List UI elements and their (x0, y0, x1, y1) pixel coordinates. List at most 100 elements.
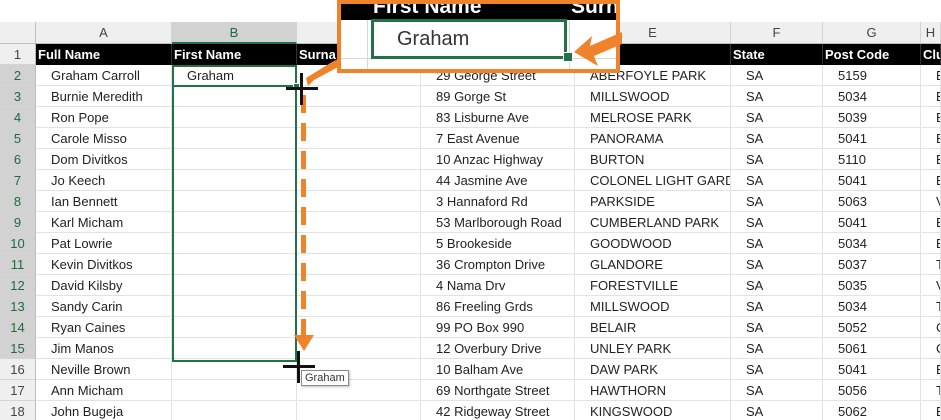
cell-post-code[interactable]: 5159 (823, 65, 921, 86)
cell-full-name[interactable]: Dom Divitkos (36, 149, 172, 170)
row-header[interactable]: 10 (0, 233, 36, 254)
cell-post-code[interactable]: 5063 (823, 191, 921, 212)
cell-address[interactable]: 53 Marlborough Road (421, 212, 575, 233)
cell-full-name[interactable]: Pat Lowrie (36, 233, 172, 254)
cell-state[interactable]: SA (731, 296, 823, 317)
row-header[interactable]: 1 (0, 44, 36, 65)
cell-suburb[interactable]: PARKSIDE (575, 191, 731, 212)
cell-state[interactable]: SA (731, 275, 823, 296)
row-header[interactable]: 12 (0, 275, 36, 296)
row-header[interactable]: 14 (0, 317, 36, 338)
cell-club[interactable]: E (921, 107, 941, 128)
cell-address[interactable]: 10 Anzac Highway (421, 149, 575, 170)
cell-surname[interactable] (297, 170, 421, 191)
cell-state[interactable]: SA (731, 149, 823, 170)
cell-suburb[interactable]: KINGSWOOD (575, 401, 731, 420)
row-header[interactable]: 5 (0, 128, 36, 149)
cell-surname[interactable] (297, 191, 421, 212)
cell-post-code[interactable]: 5034 (823, 233, 921, 254)
cell-club[interactable]: T (921, 380, 941, 401)
cell-surname[interactable] (297, 401, 421, 420)
cell-state[interactable]: SA (731, 401, 823, 420)
cell-address[interactable]: 5 Brookeside (421, 233, 575, 254)
cell-post-code[interactable]: 5041 (823, 212, 921, 233)
column-header-g[interactable]: G (823, 22, 921, 44)
row-header[interactable]: 18 (0, 401, 36, 420)
column-header-h[interactable]: H (921, 22, 941, 44)
cell-full-name[interactable]: Ann Micham (36, 380, 172, 401)
cell-state[interactable]: SA (731, 317, 823, 338)
cell-full-name[interactable]: John Bugeja (36, 401, 172, 420)
cell-club[interactable]: E (921, 212, 941, 233)
cell-address[interactable]: 99 PO Box 990 (421, 317, 575, 338)
header-state[interactable]: State (731, 44, 823, 65)
select-all-corner[interactable] (0, 22, 36, 44)
row-header[interactable]: 11 (0, 254, 36, 275)
cell-state[interactable]: SA (731, 86, 823, 107)
cell-post-code[interactable]: 5037 (823, 254, 921, 275)
row-header[interactable]: 6 (0, 149, 36, 170)
cell-full-name[interactable]: Burnie Meredith (36, 86, 172, 107)
cell-address[interactable]: 3 Hannaford Rd (421, 191, 575, 212)
cell-full-name[interactable]: Neville Brown (36, 359, 172, 380)
column-header-a[interactable]: A (36, 22, 172, 44)
cell-post-code[interactable]: 5056 (823, 380, 921, 401)
cell-surname[interactable] (297, 338, 421, 359)
cell-post-code[interactable]: 5110 (823, 149, 921, 170)
cell-surname[interactable] (297, 296, 421, 317)
cell-surname[interactable] (297, 233, 421, 254)
cell-first-name[interactable] (172, 380, 297, 401)
cell-surname[interactable] (297, 317, 421, 338)
cell-address[interactable]: 4 Nama Drv (421, 275, 575, 296)
cell-address[interactable]: 69 Northgate Street (421, 380, 575, 401)
cell-club[interactable]: E (921, 401, 941, 420)
cell-club[interactable]: E (921, 128, 941, 149)
column-header-b[interactable]: B (172, 22, 297, 44)
row-header[interactable]: 13 (0, 296, 36, 317)
cell-post-code[interactable]: 5034 (823, 86, 921, 107)
cell-state[interactable]: SA (731, 128, 823, 149)
cell-suburb[interactable]: PANORAMA (575, 128, 731, 149)
cell-suburb[interactable]: UNLEY PARK (575, 338, 731, 359)
cell-club[interactable]: C (921, 338, 941, 359)
cell-state[interactable]: SA (731, 170, 823, 191)
cell-surname[interactable] (297, 254, 421, 275)
row-header[interactable]: 4 (0, 107, 36, 128)
cell-post-code[interactable]: 5062 (823, 401, 921, 420)
cell-club[interactable]: E (921, 65, 941, 86)
header-full-name[interactable]: Full Name (36, 44, 172, 65)
cell-club[interactable]: E (921, 149, 941, 170)
cell-suburb[interactable]: MILLSWOOD (575, 86, 731, 107)
cell-state[interactable]: SA (731, 359, 823, 380)
cell-state[interactable]: SA (731, 254, 823, 275)
cell-state[interactable]: SA (731, 65, 823, 86)
cell-state[interactable]: SA (731, 380, 823, 401)
cell-suburb[interactable]: FORESTVILLE (575, 275, 731, 296)
cell-address[interactable]: 42 Ridgeway Street (421, 401, 575, 420)
cell-post-code[interactable]: 5035 (823, 275, 921, 296)
cell-suburb[interactable]: MELROSE PARK (575, 107, 731, 128)
cell-suburb[interactable]: HAWTHORN (575, 380, 731, 401)
cell-address[interactable]: 86 Freeling Grds (421, 296, 575, 317)
cell-club[interactable]: E (921, 359, 941, 380)
cell-address[interactable]: 44 Jasmine Ave (421, 170, 575, 191)
cell-suburb[interactable]: GOODWOOD (575, 233, 731, 254)
cell-club[interactable]: V (921, 275, 941, 296)
row-header[interactable]: 8 (0, 191, 36, 212)
cell-suburb[interactable]: GLANDORE (575, 254, 731, 275)
header-post-code[interactable]: Post Code (823, 44, 921, 65)
cell-club[interactable]: C (921, 317, 941, 338)
cell-address[interactable]: 83 Lisburne Ave (421, 107, 575, 128)
cell-post-code[interactable]: 5041 (823, 359, 921, 380)
cell-state[interactable]: SA (731, 338, 823, 359)
row-header[interactable]: 16 (0, 359, 36, 380)
cell-first-name[interactable] (172, 359, 297, 380)
cell-club[interactable]: E (921, 170, 941, 191)
cell-state[interactable]: SA (731, 191, 823, 212)
cell-club[interactable]: T (921, 254, 941, 275)
cell-suburb[interactable]: MILLSWOOD (575, 296, 731, 317)
cell-suburb[interactable]: CUMBERLAND PARK (575, 212, 731, 233)
row-header[interactable]: 15 (0, 338, 36, 359)
cell-full-name[interactable]: Graham Carroll (36, 65, 172, 86)
cell-surname[interactable] (297, 149, 421, 170)
